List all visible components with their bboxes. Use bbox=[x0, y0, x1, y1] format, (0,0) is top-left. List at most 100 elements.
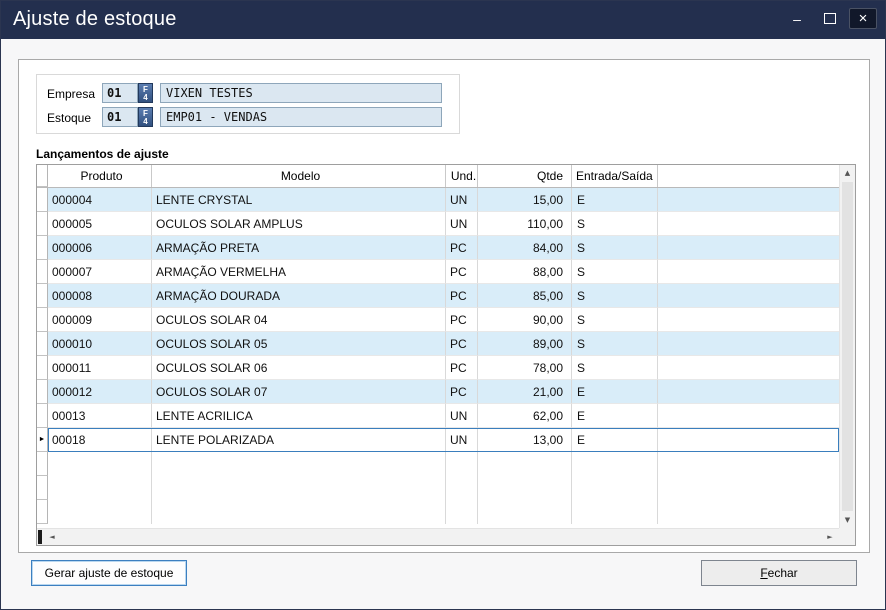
cell-filler[interactable] bbox=[658, 188, 839, 212]
cell-produto[interactable]: 00018 bbox=[48, 428, 152, 452]
cell-produto[interactable]: 000010 bbox=[48, 332, 152, 356]
cell-produto[interactable]: 000007 bbox=[48, 260, 152, 284]
cell-filler[interactable] bbox=[658, 404, 839, 428]
cell-qtde[interactable]: 88,00 bbox=[478, 260, 572, 284]
cell-qtde[interactable]: 89,00 bbox=[478, 332, 572, 356]
maximize-button[interactable] bbox=[816, 8, 844, 29]
cell-modelo[interactable]: ARMAÇÃO VERMELHA bbox=[152, 260, 446, 284]
header-qtde[interactable]: Qtde bbox=[478, 165, 572, 187]
cell-und[interactable]: PC bbox=[446, 308, 478, 332]
cell-produto[interactable]: 000008 bbox=[48, 284, 152, 308]
scroll-right-icon[interactable]: ► bbox=[822, 529, 838, 545]
cell-entrada-saida[interactable]: E bbox=[572, 428, 658, 452]
grid-row-000005[interactable]: 000005OCULOS SOLAR AMPLUSUN110,00S bbox=[37, 212, 839, 236]
cell-qtde[interactable]: 78,00 bbox=[478, 356, 572, 380]
cell-produto[interactable]: 000012 bbox=[48, 380, 152, 404]
cell-qtde[interactable]: 13,00 bbox=[478, 428, 572, 452]
cell-filler[interactable] bbox=[658, 332, 839, 356]
row-indicator[interactable] bbox=[37, 332, 48, 356]
cell-und[interactable]: PC bbox=[446, 380, 478, 404]
row-indicator[interactable] bbox=[37, 284, 48, 308]
row-indicator[interactable] bbox=[37, 212, 48, 236]
cell-und[interactable]: UN bbox=[446, 212, 478, 236]
horizontal-scroll-thumb[interactable] bbox=[38, 530, 42, 544]
grid-row-000011[interactable]: 000011OCULOS SOLAR 06PC78,00S bbox=[37, 356, 839, 380]
cell-entrada-saida[interactable]: S bbox=[572, 212, 658, 236]
minimize-button[interactable]: – bbox=[783, 8, 811, 29]
cell-qtde[interactable]: 15,00 bbox=[478, 188, 572, 212]
cell-und[interactable]: PC bbox=[446, 332, 478, 356]
generate-adjustment-button[interactable]: Gerar ajuste de estoque bbox=[31, 560, 187, 586]
cell-produto[interactable]: 000004 bbox=[48, 188, 152, 212]
cell-und[interactable]: UN bbox=[446, 188, 478, 212]
scroll-up-icon[interactable]: ▲ bbox=[840, 165, 855, 181]
cell-filler[interactable] bbox=[658, 356, 839, 380]
header-modelo[interactable]: Modelo bbox=[152, 165, 446, 187]
row-indicator[interactable] bbox=[37, 236, 48, 260]
grid-row-000009[interactable]: 000009OCULOS SOLAR 04PC90,00S bbox=[37, 308, 839, 332]
cell-modelo[interactable]: ARMAÇÃO DOURADA bbox=[152, 284, 446, 308]
cell-qtde[interactable]: 62,00 bbox=[478, 404, 572, 428]
cell-modelo[interactable]: LENTE POLARIZADA bbox=[152, 428, 446, 452]
grid-row-000010[interactable]: 000010OCULOS SOLAR 05PC89,00S bbox=[37, 332, 839, 356]
vertical-scroll-thumb[interactable] bbox=[842, 182, 853, 511]
cell-produto[interactable]: 00013 bbox=[48, 404, 152, 428]
row-indicator[interactable] bbox=[37, 260, 48, 284]
grid-row-000006[interactable]: 000006ARMAÇÃO PRETAPC84,00S bbox=[37, 236, 839, 260]
empresa-f4-button[interactable]: F4 bbox=[138, 83, 153, 103]
cell-produto[interactable]: 000006 bbox=[48, 236, 152, 260]
cell-und[interactable]: PC bbox=[446, 284, 478, 308]
cell-entrada-saida[interactable]: S bbox=[572, 332, 658, 356]
cell-filler[interactable] bbox=[658, 380, 839, 404]
estoque-f4-button[interactable]: F4 bbox=[138, 107, 153, 127]
row-indicator[interactable] bbox=[37, 188, 48, 212]
cell-filler[interactable] bbox=[658, 260, 839, 284]
cell-produto[interactable]: 000005 bbox=[48, 212, 152, 236]
cell-qtde[interactable]: 84,00 bbox=[478, 236, 572, 260]
cell-und[interactable]: PC bbox=[446, 236, 478, 260]
cell-modelo[interactable]: OCULOS SOLAR 07 bbox=[152, 380, 446, 404]
grid-row-000004[interactable]: 000004LENTE CRYSTALUN15,00E bbox=[37, 188, 839, 212]
empresa-code-input[interactable] bbox=[102, 83, 138, 103]
cell-entrada-saida[interactable]: S bbox=[572, 236, 658, 260]
row-indicator[interactable] bbox=[37, 404, 48, 428]
header-entrada-saida[interactable]: Entrada/Saída bbox=[572, 165, 658, 187]
cell-filler[interactable] bbox=[658, 212, 839, 236]
cell-qtde[interactable]: 110,00 bbox=[478, 212, 572, 236]
row-indicator[interactable] bbox=[37, 380, 48, 404]
scroll-down-icon[interactable]: ▼ bbox=[840, 512, 855, 528]
cell-modelo[interactable]: OCULOS SOLAR 04 bbox=[152, 308, 446, 332]
vertical-scrollbar[interactable]: ▲ ▼ bbox=[839, 165, 855, 528]
cell-entrada-saida[interactable]: S bbox=[572, 308, 658, 332]
cell-qtde[interactable]: 21,00 bbox=[478, 380, 572, 404]
cell-modelo[interactable]: OCULOS SOLAR AMPLUS bbox=[152, 212, 446, 236]
cell-und[interactable]: UN bbox=[446, 428, 478, 452]
cell-entrada-saida[interactable]: E bbox=[572, 188, 658, 212]
cell-modelo[interactable]: OCULOS SOLAR 06 bbox=[152, 356, 446, 380]
cell-filler[interactable] bbox=[658, 428, 839, 452]
grid-row-000012[interactable]: 000012OCULOS SOLAR 07PC21,00E bbox=[37, 380, 839, 404]
grid-row-00018[interactable]: ►00018LENTE POLARIZADAUN13,00E bbox=[37, 428, 839, 452]
cell-modelo[interactable]: LENTE CRYSTAL bbox=[152, 188, 446, 212]
cell-qtde[interactable]: 90,00 bbox=[478, 308, 572, 332]
horizontal-scrollbar[interactable]: ◄ ► bbox=[37, 528, 839, 545]
grid-row-000007[interactable]: 000007ARMAÇÃO VERMELHAPC88,00S bbox=[37, 260, 839, 284]
cell-modelo[interactable]: ARMAÇÃO PRETA bbox=[152, 236, 446, 260]
cell-und[interactable]: PC bbox=[446, 260, 478, 284]
cell-und[interactable]: PC bbox=[446, 356, 478, 380]
cell-produto[interactable]: 000009 bbox=[48, 308, 152, 332]
close-dialog-button[interactable]: Fechar bbox=[701, 560, 857, 586]
scroll-left-icon[interactable]: ◄ bbox=[44, 529, 60, 545]
close-button[interactable]: × bbox=[849, 8, 877, 29]
cell-entrada-saida[interactable]: S bbox=[572, 356, 658, 380]
cell-entrada-saida[interactable]: E bbox=[572, 404, 658, 428]
grid-row-000008[interactable]: 000008ARMAÇÃO DOURADAPC85,00S bbox=[37, 284, 839, 308]
cell-entrada-saida[interactable]: E bbox=[572, 380, 658, 404]
estoque-code-input[interactable] bbox=[102, 107, 138, 127]
cell-filler[interactable] bbox=[658, 236, 839, 260]
cell-qtde[interactable]: 85,00 bbox=[478, 284, 572, 308]
cell-filler[interactable] bbox=[658, 284, 839, 308]
row-indicator[interactable]: ► bbox=[37, 428, 48, 452]
row-indicator[interactable] bbox=[37, 308, 48, 332]
cell-filler[interactable] bbox=[658, 308, 839, 332]
